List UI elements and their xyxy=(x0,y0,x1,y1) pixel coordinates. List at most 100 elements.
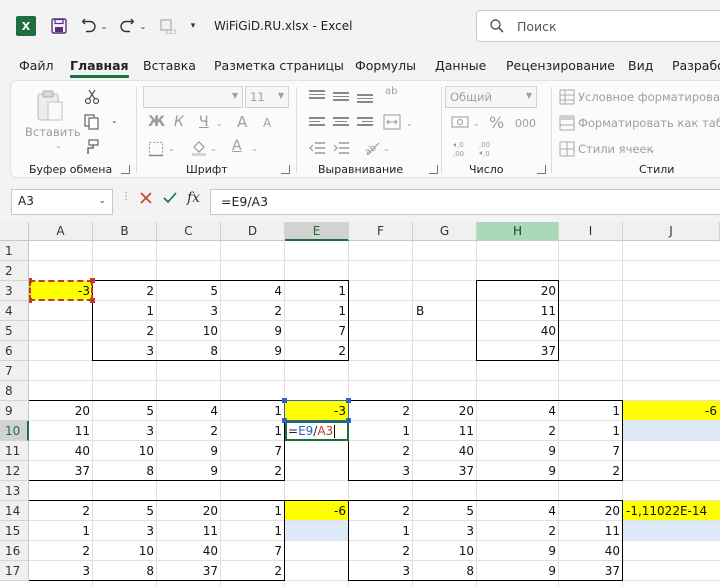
redo-icon[interactable] xyxy=(118,16,136,36)
cell-G16[interactable]: 10 xyxy=(413,541,477,561)
cell-D11[interactable]: 7 xyxy=(221,441,285,461)
number-launcher-icon[interactable] xyxy=(537,165,546,174)
cell-C16[interactable]: 40 xyxy=(157,541,221,561)
cell-D12[interactable]: 2 xyxy=(221,461,285,481)
cell-styles-dropdown-icon[interactable]: ⌄ xyxy=(649,145,656,154)
align-middle-icon[interactable] xyxy=(333,92,349,104)
cell-C11[interactable]: 9 xyxy=(157,441,221,461)
cell-B5[interactable]: 2 xyxy=(93,321,157,341)
increase-decimal-icon[interactable]: ,0,00 xyxy=(451,139,471,162)
cell-D14[interactable]: 1 xyxy=(221,501,285,521)
cell-A10[interactable]: 11 xyxy=(29,421,93,441)
align-right-icon[interactable] xyxy=(357,117,373,129)
underline-button[interactable]: Ч xyxy=(199,114,209,130)
cell-I9[interactable]: 1 xyxy=(559,401,623,421)
percent-button[interactable]: % xyxy=(489,113,504,132)
search-input[interactable]: Поиск xyxy=(476,10,720,42)
cell-A11[interactable]: 40 xyxy=(29,441,93,461)
cell-G15[interactable]: 3 xyxy=(413,521,477,541)
row-header-7[interactable]: 7 xyxy=(0,361,29,381)
cell-F14[interactable]: 2 xyxy=(349,501,413,521)
column-header-c[interactable]: C xyxy=(157,222,221,241)
cell-G9[interactable]: 20 xyxy=(413,401,477,421)
cell-F15[interactable]: 1 xyxy=(349,521,413,541)
undo-icon[interactable] xyxy=(80,16,98,36)
sort-icon[interactable]: 123 xyxy=(158,16,178,36)
cell-H14[interactable]: 4 xyxy=(477,501,559,521)
column-header-e[interactable]: E xyxy=(285,222,349,241)
cell-A15[interactable]: 1 xyxy=(29,521,93,541)
borders-dropdown-icon[interactable]: ⌄ xyxy=(168,144,175,153)
row-header-15[interactable]: 15 xyxy=(0,521,29,541)
cell-D15[interactable]: 1 xyxy=(221,521,285,541)
cell-H3[interactable]: 20 xyxy=(477,281,559,301)
cell-B10[interactable]: 3 xyxy=(93,421,157,441)
cell-A9[interactable]: 20 xyxy=(29,401,93,421)
row-header-12[interactable]: 12 xyxy=(0,461,29,481)
cell-styles-icon[interactable] xyxy=(559,141,575,160)
font-name-combo[interactable]: ▼ xyxy=(143,86,243,108)
cell-B6[interactable]: 3 xyxy=(93,341,157,361)
cell-G4[interactable]: B xyxy=(413,301,477,321)
row-header-1[interactable]: 1 xyxy=(0,241,29,261)
copy-dropdown-icon[interactable]: ⌄ xyxy=(111,116,118,125)
tab-file[interactable]: Файл xyxy=(19,58,54,73)
cell-B4[interactable]: 1 xyxy=(93,301,157,321)
worksheet-grid[interactable]: -3 2 5 4 1 20 1 3 2 1 B 11 2 10 9 7 40 3 8 9 2 37 20 5 4 1 -3 2 20 4 1… xyxy=(0,222,720,587)
tab-view[interactable]: Вид xyxy=(628,58,653,73)
cell-A16[interactable]: 2 xyxy=(29,541,93,561)
cell-H16[interactable]: 9 xyxy=(477,541,559,561)
paste-dropdown-icon[interactable]: ⌄ xyxy=(55,141,62,150)
cell-B12[interactable]: 8 xyxy=(93,461,157,481)
cell-I12[interactable]: 2 xyxy=(559,461,623,481)
font-grow-button[interactable]: A xyxy=(237,113,247,131)
cell-F9[interactable]: 2 xyxy=(349,401,413,421)
cell-H4[interactable]: 11 xyxy=(477,301,559,321)
insert-function-button[interactable]: fx xyxy=(187,190,200,206)
paste-label[interactable]: Вставить xyxy=(25,125,81,139)
cell-I16[interactable]: 40 xyxy=(559,541,623,561)
format-table-icon[interactable] xyxy=(559,115,575,134)
currency-dropdown-icon[interactable]: ⌄ xyxy=(473,119,480,128)
column-header-f[interactable]: F xyxy=(349,222,413,241)
font-shrink-button[interactable]: A xyxy=(263,116,271,130)
cell-A12[interactable]: 37 xyxy=(29,461,93,481)
cell-I10[interactable]: 1 xyxy=(559,421,623,441)
reference-handle[interactable] xyxy=(90,298,95,303)
cell-G14[interactable]: 5 xyxy=(413,501,477,521)
thousands-button[interactable]: 000 xyxy=(515,117,536,130)
font-launcher-icon[interactable] xyxy=(281,165,290,174)
font-size-combo[interactable]: 11 ▼ xyxy=(245,86,289,108)
column-header-h[interactable]: H xyxy=(477,222,559,241)
customize-toolbar-icon[interactable]: ▾ xyxy=(188,16,198,36)
cell-D4[interactable]: 2 xyxy=(221,301,285,321)
row-header-9[interactable]: 9 xyxy=(0,401,29,421)
decrease-decimal-icon[interactable]: ,00,0 xyxy=(477,139,497,162)
cell-styles-button[interactable]: Стили ячеек xyxy=(578,142,654,156)
copy-icon[interactable] xyxy=(84,114,100,133)
cell-H9[interactable]: 4 xyxy=(477,401,559,421)
row-header-16[interactable]: 16 xyxy=(0,541,29,561)
cell-F16[interactable]: 2 xyxy=(349,541,413,561)
cell-C6[interactable]: 8 xyxy=(157,341,221,361)
tab-developer[interactable]: Разрабо xyxy=(672,58,720,73)
cell-H12[interactable]: 9 xyxy=(477,461,559,481)
row-header-17[interactable]: 17 xyxy=(0,561,29,581)
wrap-text-button[interactable]: ab xyxy=(385,87,397,97)
row-header-2[interactable]: 2 xyxy=(0,261,29,281)
tab-review[interactable]: Рецензирование xyxy=(506,58,615,73)
tab-insert[interactable]: Вставка xyxy=(143,58,196,73)
alignment-launcher-icon[interactable] xyxy=(429,165,438,174)
redo-dropdown-icon[interactable]: ⌄ xyxy=(139,16,147,36)
undo-dropdown-icon[interactable]: ⌄ xyxy=(100,16,108,36)
column-header-j[interactable]: J xyxy=(623,222,720,241)
align-center-icon[interactable] xyxy=(333,117,349,129)
cell-C17[interactable]: 37 xyxy=(157,561,221,581)
select-all-button[interactable] xyxy=(0,222,29,241)
cell-H17[interactable]: 9 xyxy=(477,561,559,581)
row-header-6[interactable]: 6 xyxy=(0,341,29,361)
align-left-icon[interactable] xyxy=(309,117,325,129)
column-header-g[interactable]: G xyxy=(413,222,477,241)
column-header-i[interactable]: I xyxy=(559,222,623,241)
reference-handle[interactable] xyxy=(346,418,351,423)
